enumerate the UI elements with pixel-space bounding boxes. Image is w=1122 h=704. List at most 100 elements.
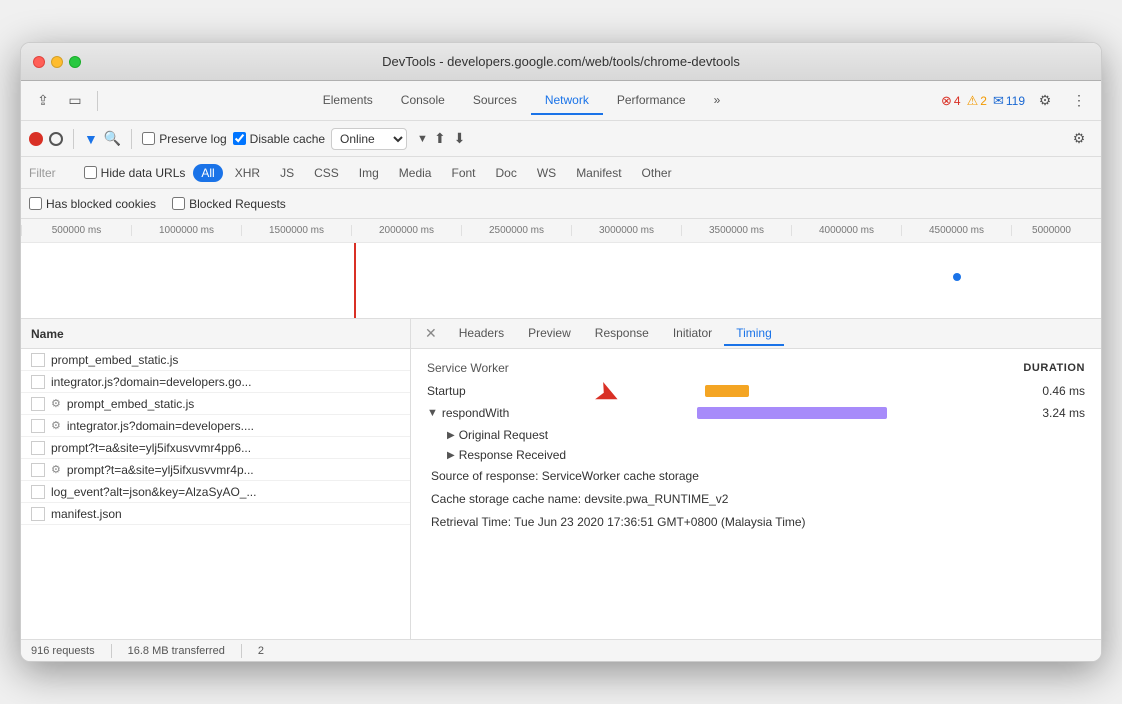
filter-icon[interactable]: ▼ (84, 131, 98, 147)
tab-performance[interactable]: Performance (603, 87, 700, 115)
transferred-size: 16.8 MB transferred (128, 645, 225, 657)
file-name: integrator.js?domain=developers.go... (51, 375, 400, 389)
maximize-button[interactable] (69, 56, 81, 68)
tab-elements[interactable]: Elements (309, 87, 387, 115)
filter-xhr[interactable]: XHR (227, 164, 268, 182)
original-request-row[interactable]: ▶ Original Request (427, 425, 1085, 445)
preserve-log-input[interactable] (142, 132, 155, 145)
filter-manifest[interactable]: Manifest (568, 164, 629, 182)
traffic-lights (33, 56, 81, 68)
info-cache-name: Cache storage cache name: devsite.pwa_RU… (427, 488, 1085, 511)
status-sep2 (241, 644, 242, 658)
response-received-row[interactable]: ▶ Response Received (427, 445, 1085, 465)
filter-doc[interactable]: Doc (488, 164, 525, 182)
filter-js[interactable]: JS (272, 164, 302, 182)
filter-ws[interactable]: WS (529, 164, 564, 182)
info-badge[interactable]: ✉ 119 (993, 93, 1025, 109)
list-item[interactable]: integrator.js?domain=developers.go... (21, 371, 410, 393)
tab-more[interactable]: » (700, 87, 735, 115)
list-item[interactable]: ⚙ prompt_embed_static.js (21, 393, 410, 415)
timeline-body (21, 243, 1101, 319)
disable-cache-checkbox[interactable]: Disable cache (233, 132, 325, 146)
response-received-label: Response Received (459, 448, 566, 462)
hide-data-urls-input[interactable] (84, 166, 97, 179)
cursor-icon[interactable]: ⇪ (29, 87, 57, 115)
nav-toolbar: ⇪ ▭ Elements Console Sources Network Per… (21, 81, 1101, 121)
expand-triangle[interactable]: ▼ (427, 407, 438, 419)
list-item[interactable]: prompt_embed_static.js (21, 349, 410, 371)
filter-font[interactable]: Font (443, 164, 483, 182)
close-panel-button[interactable]: ✕ (419, 321, 443, 346)
list-item[interactable]: manifest.json (21, 503, 410, 525)
import-export-icons: ⬆ ⬇ (434, 130, 465, 147)
toolbar-right: ⊗ 4 ⚠ 2 ✉ 119 ⚙ ⋮ (941, 87, 1093, 115)
collapsed-triangle2: ▶ (447, 450, 455, 461)
tl-label-7: 3500000 ms (681, 225, 791, 236)
respond-with-label: ▼ respondWith (427, 406, 537, 420)
file-type-icon (31, 353, 45, 367)
file-type-icon (31, 485, 45, 499)
tl-label-9: 4500000 ms (901, 225, 1011, 236)
filter-other[interactable]: Other (634, 164, 680, 182)
name-column-header: Name (31, 327, 64, 341)
preserve-log-checkbox[interactable]: Preserve log (142, 132, 226, 146)
right-panel: ✕ Headers Preview Response Initiator Tim… (411, 319, 1101, 639)
main-panel: Name prompt_embed_static.js integrator.j… (21, 319, 1101, 639)
filter-css[interactable]: CSS (306, 164, 347, 182)
tl-label-10: 5000000 (1011, 225, 1091, 236)
tab-sources[interactable]: Sources (459, 87, 531, 115)
clear-icon[interactable] (49, 132, 63, 146)
hide-data-urls-checkbox[interactable]: Hide data URLs (84, 166, 186, 180)
separator (97, 91, 98, 111)
has-blocked-cookies-input[interactable] (29, 197, 42, 210)
tab-console[interactable]: Console (387, 87, 459, 115)
file-type-icon (31, 463, 45, 477)
tab-response[interactable]: Response (583, 322, 661, 346)
list-item[interactable]: log_event?alt=json&key=AlzaSyAO_... (21, 481, 410, 503)
tab-timing[interactable]: Timing (724, 322, 784, 346)
blocked-requests-input[interactable] (172, 197, 185, 210)
tab-headers[interactable]: Headers (447, 322, 516, 346)
startup-label: Startup (427, 384, 537, 398)
timeline-event-dot (953, 273, 961, 281)
search-icon[interactable]: 🔍 (104, 130, 121, 147)
close-button[interactable] (33, 56, 45, 68)
network-settings-icon[interactable]: ⚙ (1065, 125, 1093, 153)
file-name: manifest.json (51, 507, 400, 521)
more-icon[interactable]: ⋮ (1065, 87, 1093, 115)
throttle-arrow: ▼ (417, 133, 428, 145)
separator2 (73, 129, 74, 149)
record-button[interactable] (29, 132, 43, 146)
warn-badge[interactable]: ⚠ 2 (967, 93, 987, 109)
filter-img[interactable]: Img (351, 164, 387, 182)
network-throttle-select[interactable]: Online Fast 3G Slow 3G Offline (331, 128, 407, 150)
requests-count: 916 requests (31, 645, 95, 657)
tab-initiator[interactable]: Initiator (661, 322, 724, 346)
file-name: integrator.js?domain=developers.... (67, 419, 400, 433)
list-item[interactable]: ⚙ integrator.js?domain=developers.... (21, 415, 410, 437)
dock-icon[interactable]: ▭ (61, 87, 89, 115)
blocked-requests-checkbox[interactable]: Blocked Requests (172, 197, 286, 211)
tab-preview[interactable]: Preview (516, 322, 583, 346)
network-toolbar: ▼ 🔍 Preserve log Disable cache Online Fa… (21, 121, 1101, 157)
settings-icon[interactable]: ⚙ (1031, 87, 1059, 115)
download-icon[interactable]: ⬇ (454, 130, 466, 147)
filter-all[interactable]: All (193, 164, 222, 182)
list-item[interactable]: prompt?t=a&site=ylj5ifxusvvmr4pp6... (21, 437, 410, 459)
upload-icon[interactable]: ⬆ (434, 130, 446, 147)
disable-cache-input[interactable] (233, 132, 246, 145)
warn-icon: ⚠ (967, 93, 979, 109)
filter-pills: All XHR JS CSS Img Media Font Doc WS Man… (193, 164, 679, 182)
detail-tabs: ✕ Headers Preview Response Initiator Tim… (411, 319, 1101, 349)
tab-network[interactable]: Network (531, 87, 603, 115)
has-blocked-cookies-checkbox[interactable]: Has blocked cookies (29, 197, 156, 211)
error-badge[interactable]: ⊗ 4 (941, 93, 961, 109)
file-name: prompt_embed_static.js (51, 353, 400, 367)
has-blocked-cookies-label: Has blocked cookies (46, 197, 156, 211)
minimize-button[interactable] (51, 56, 63, 68)
filter-media[interactable]: Media (391, 164, 440, 182)
file-list-header: Name (21, 319, 410, 349)
list-item[interactable]: ⚙ prompt?t=a&site=ylj5ifxusvvmr4p... (21, 459, 410, 481)
gear-icon: ⚙ (51, 419, 61, 432)
nav-tabs: Elements Console Sources Network Perform… (106, 87, 937, 115)
